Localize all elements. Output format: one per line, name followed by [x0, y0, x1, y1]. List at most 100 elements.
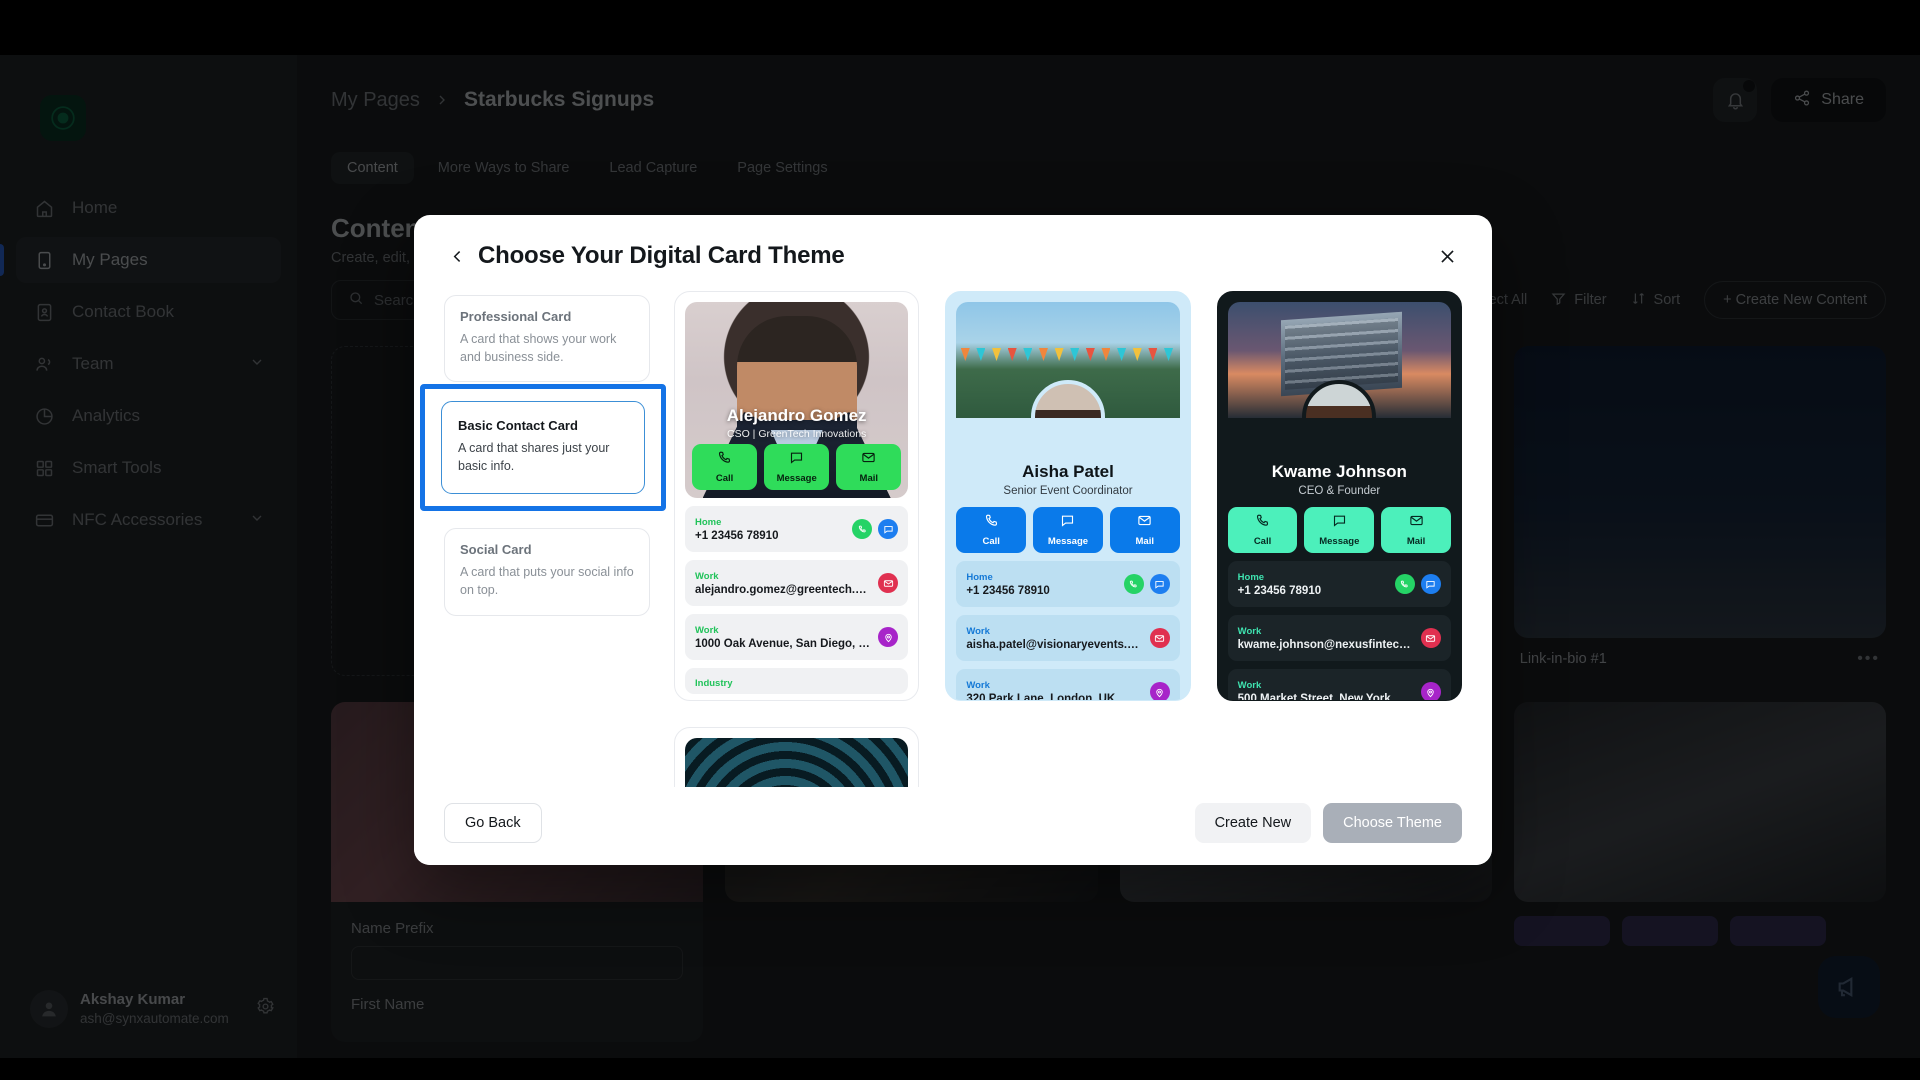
- map-pin-icon[interactable]: [1149, 682, 1170, 700]
- mail-button[interactable]: Mail: [1381, 507, 1451, 553]
- theme-option-professional-card[interactable]: Professional Card A card that shows your…: [444, 295, 650, 383]
- detail-row-home-phone[interactable]: Home +1 23456 78910: [1227, 561, 1451, 607]
- bunting-decoration: [956, 348, 1179, 382]
- detail-row-icons: [1413, 628, 1441, 648]
- message-icon: [789, 450, 804, 470]
- whatsapp-icon[interactable]: [1394, 574, 1415, 594]
- call-button[interactable]: Call: [692, 444, 758, 490]
- whatsapp-icon[interactable]: [852, 519, 873, 539]
- detail-row-value: +1 23456 78910: [695, 529, 779, 542]
- call-label: Call: [982, 536, 1000, 547]
- message-icon: [1060, 513, 1075, 533]
- map-pin-icon[interactable]: [878, 627, 899, 647]
- preview-action-row: Call Message Mail: [692, 444, 902, 490]
- mail-icon[interactable]: [1149, 628, 1170, 648]
- modal-title: Choose Your Digital Card Theme: [478, 242, 845, 269]
- preview-role: CEO & Founder: [1298, 485, 1381, 497]
- theme-preview-card-1[interactable]: Alejandro Gomez CSO | GreenTech Innovati…: [674, 291, 920, 701]
- call-button[interactable]: Call: [1227, 507, 1298, 553]
- chevron-left-icon[interactable]: [444, 243, 470, 269]
- mail-label: Mail: [1406, 536, 1426, 547]
- mail-button[interactable]: Mail: [1109, 507, 1180, 553]
- detail-row-work-address[interactable]: Work 1000 Oak Avenue, San Diego, CA: [685, 614, 909, 660]
- preview-role: CSO | GreenTech Innovations: [727, 428, 867, 440]
- detail-row-icons: [844, 519, 899, 539]
- theme-option-description: A card that puts your social info on top…: [460, 565, 634, 598]
- detail-row-value: 320 Park Lane, London, UK: [966, 692, 1116, 701]
- preview-identity: Kwame Johnson CEO & Founder: [1228, 462, 1451, 497]
- mail-label: Mail: [1135, 536, 1154, 547]
- detail-row-text: Home +1 23456 78910: [695, 517, 778, 542]
- call-button[interactable]: Call: [956, 507, 1027, 553]
- call-label: Call: [1253, 536, 1272, 547]
- preview-name: Alejandro Gomez: [726, 406, 867, 425]
- preview-identity: Aisha Patel Senior Event Coordinator: [956, 462, 1179, 497]
- message-label: Message: [1319, 536, 1360, 547]
- detail-row-value: 500 Market Street, New York, NY: [1237, 692, 1413, 701]
- detail-row-work-address[interactable]: Work 320 Park Lane, London, UK: [956, 669, 1180, 701]
- preview-hero-image: [685, 738, 909, 787]
- create-new-button[interactable]: Create New: [1194, 803, 1312, 843]
- message-icon: [1332, 513, 1347, 533]
- theme-option-focus-ring: Basic Contact Card A card that shares ju…: [420, 384, 666, 512]
- message-icon[interactable]: [878, 519, 899, 539]
- choose-theme-button[interactable]: Choose Theme: [1323, 803, 1462, 843]
- map-pin-icon[interactable]: [1420, 682, 1441, 700]
- preview-detail-rows: Home +1 23456 78910 Work aisha.patel@vis…: [956, 561, 1180, 701]
- detail-row-label: Home: [1237, 571, 1265, 583]
- theme-option-basic-contact-card[interactable]: Basic Contact Card A card that shares ju…: [441, 401, 645, 495]
- theme-preview-card-3[interactable]: Kwame Johnson CEO & Founder Call Message: [1216, 291, 1462, 701]
- close-icon[interactable]: [1432, 241, 1462, 271]
- mail-icon[interactable]: [878, 573, 899, 593]
- detail-row-value: +1 23456 78910: [1237, 584, 1322, 597]
- mail-button[interactable]: Mail: [836, 444, 902, 490]
- preview-name: Kwame Johnson: [1271, 462, 1407, 481]
- theme-preview-card-2[interactable]: Aisha Patel Senior Event Coordinator Cal…: [945, 291, 1191, 701]
- theme-option-list: Professional Card A card that shows your…: [420, 291, 666, 787]
- detail-row-icons: [1116, 574, 1170, 594]
- detail-row-label: Work: [695, 570, 719, 582]
- detail-row-text: Work 1000 Oak Avenue, San Diego, CA: [695, 625, 870, 650]
- detail-row-text: Work alejandro.gomez@greentech.com: [695, 571, 870, 596]
- detail-row-value: 1000 Oak Avenue, San Diego, CA: [695, 637, 871, 650]
- detail-row-label: Work: [1237, 679, 1262, 691]
- preview-identity: Alejandro Gomez CSO | GreenTech Innovati…: [685, 406, 908, 440]
- theme-preview-grid: Alejandro Gomez CSO | GreenTech Innovati…: [674, 291, 1462, 787]
- message-button[interactable]: Message: [764, 444, 830, 490]
- theme-option-description: A card that shares just your basic info.: [458, 441, 610, 474]
- detail-row-work-email[interactable]: Work kwame.johnson@nexusfintech.com: [1227, 615, 1451, 661]
- detail-row-label: Work: [695, 624, 719, 636]
- detail-row-icons: [1142, 682, 1170, 700]
- screen: Home My Pages Contact Book: [0, 0, 1920, 1080]
- detail-row-home-phone[interactable]: Home +1 23456 78910: [956, 561, 1180, 607]
- detail-row-icons: [870, 573, 899, 593]
- detail-row-industry[interactable]: Industry: [685, 668, 909, 694]
- message-label: Message: [1047, 536, 1089, 547]
- detail-row-icons: [1413, 682, 1441, 700]
- message-button[interactable]: Message: [1033, 507, 1103, 553]
- preview-hero-image: Alejandro Gomez CSO | GreenTech Innovati…: [685, 302, 909, 498]
- mail-icon[interactable]: [1420, 628, 1441, 648]
- choose-theme-modal: Choose Your Digital Card Theme Professio…: [414, 215, 1492, 865]
- detail-row-value: kwame.johnson@nexusfintech.com: [1237, 638, 1413, 651]
- go-back-button[interactable]: Go Back: [444, 803, 542, 843]
- detail-row-work-email[interactable]: Work aisha.patel@visionaryevents.com: [956, 615, 1180, 661]
- preview-role: Senior Event Coordinator: [1003, 485, 1133, 497]
- detail-row-work-email[interactable]: Work alejandro.gomez@greentech.com: [685, 560, 909, 606]
- message-icon[interactable]: [1420, 574, 1441, 594]
- modal-footer: Go Back Create New Choose Theme: [414, 787, 1492, 865]
- mail-icon: [861, 450, 876, 470]
- message-label: Message: [776, 473, 817, 484]
- whatsapp-icon[interactable]: [1123, 574, 1144, 594]
- theme-preview-card-4[interactable]: [674, 727, 920, 787]
- detail-row-home-phone[interactable]: Home +1 23456 78910: [685, 506, 909, 552]
- phone-icon: [984, 513, 999, 533]
- message-icon[interactable]: [1149, 574, 1170, 594]
- detail-row-work-address[interactable]: Work 500 Market Street, New York, NY: [1227, 669, 1451, 701]
- detail-row-label: Work: [1237, 625, 1262, 637]
- call-label: Call: [715, 473, 734, 484]
- message-button[interactable]: Message: [1304, 507, 1375, 553]
- theme-option-social-card[interactable]: Social Card A card that puts your social…: [444, 528, 650, 616]
- detail-row-label: Work: [966, 625, 990, 637]
- preview-detail-rows: Home +1 23456 78910 Work alejandro.gomez…: [685, 506, 909, 694]
